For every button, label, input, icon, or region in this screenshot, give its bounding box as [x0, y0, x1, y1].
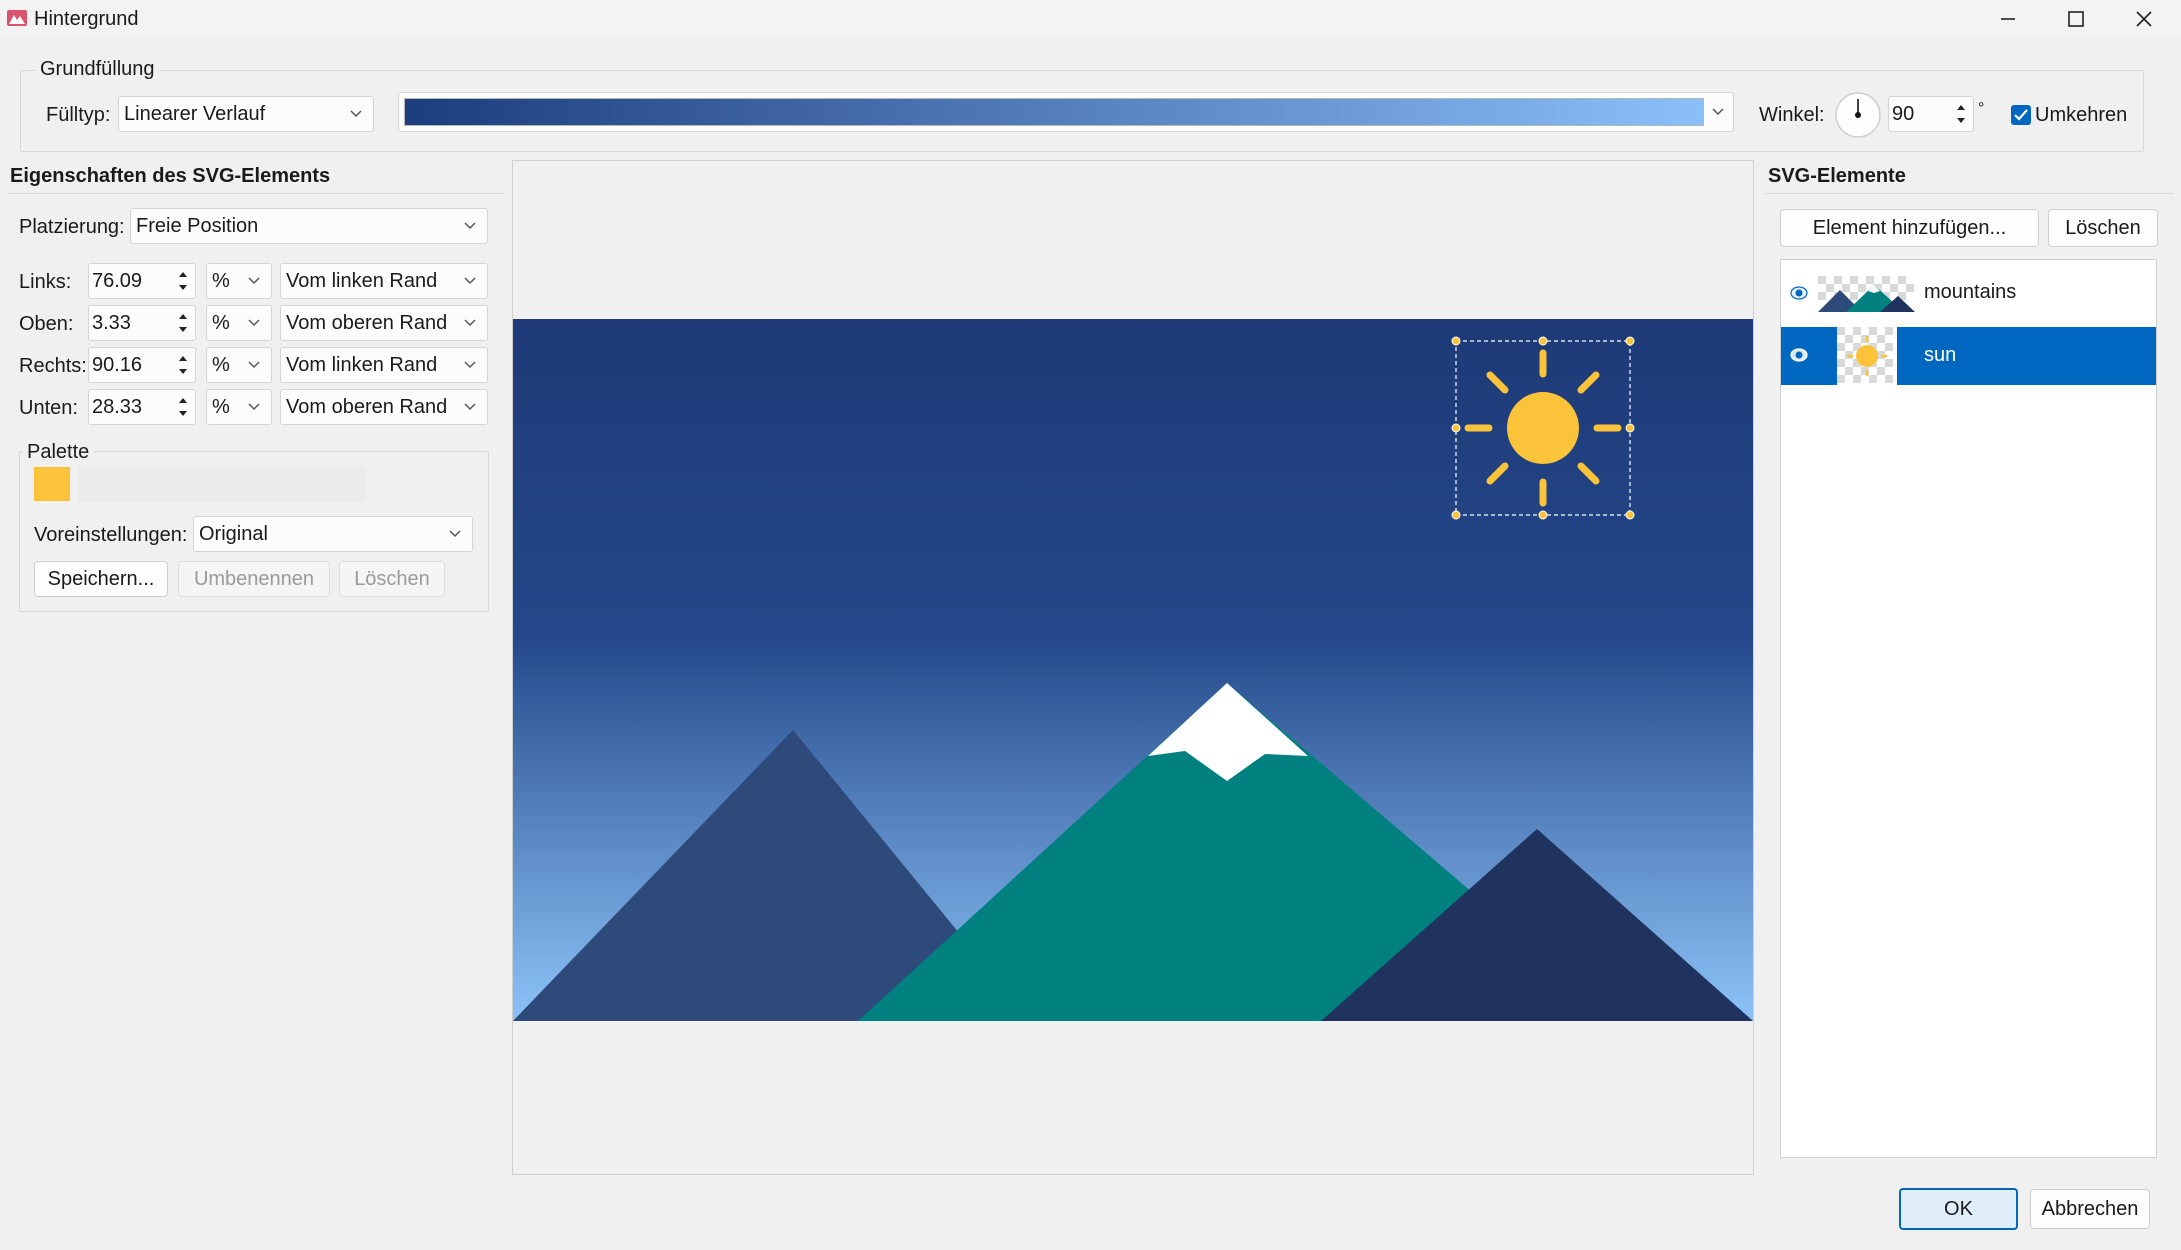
left-spin[interactable]: 76.09 [88, 263, 196, 299]
ok-button[interactable]: OK [1899, 1188, 2018, 1230]
maximize-icon [2068, 11, 2084, 27]
top-spin[interactable]: 3.33 [88, 305, 196, 341]
minimize-icon [2001, 18, 2015, 20]
title-bar [0, 0, 2181, 38]
right-unit-combo[interactable]: % [206, 347, 272, 383]
presets-combo[interactable]: Original [193, 516, 473, 552]
chevron-down-icon [464, 403, 476, 411]
presets-label: Voreinstellungen: [34, 524, 188, 546]
top-ref-combo[interactable]: Vom oberen Rand [280, 305, 488, 341]
spin-arrows-icon[interactable] [175, 390, 191, 424]
angle-spin[interactable]: 90 [1888, 96, 1974, 132]
chevron-down-icon [248, 319, 260, 327]
eye-icon[interactable] [1789, 283, 1809, 303]
spin-arrows-icon[interactable] [175, 306, 191, 340]
spin-arrows-icon[interactable] [175, 264, 191, 298]
add-element-button[interactable]: Element hinzufügen... [1780, 209, 2039, 247]
reverse-checkbox[interactable] [2011, 105, 2031, 125]
bottom-ref: Vom oberen Rand [286, 395, 448, 418]
gradient-combo[interactable] [398, 92, 1734, 132]
right-value: 90.16 [92, 353, 143, 376]
cancel-button[interactable]: Abbrechen [2030, 1189, 2150, 1229]
elements-title: SVG-Elemente [1768, 165, 1906, 187]
reverse-label: Umkehren [2035, 104, 2128, 126]
angle-label: Winkel: [1759, 104, 1825, 126]
top-unit: % [212, 311, 230, 334]
chevron-down-icon [350, 110, 362, 118]
right-spin[interactable]: 90.16 [88, 347, 196, 383]
mountains-thumbnail [1818, 276, 1915, 312]
fill-type-value: Linearer Verlauf [124, 102, 266, 125]
maximize-button[interactable] [2042, 0, 2110, 38]
left-ref: Vom linken Rand [286, 269, 438, 292]
sun-icon[interactable] [1464, 349, 1622, 507]
list-item[interactable]: mountains [1781, 265, 2156, 321]
right-label: Rechts: [19, 355, 87, 377]
presets-value: Original [199, 522, 268, 545]
chevron-down-icon [464, 277, 476, 285]
eye-icon[interactable] [1789, 345, 1809, 365]
preview-canvas[interactable] [513, 319, 1753, 1021]
elements-list[interactable] [1780, 259, 2157, 1158]
left-ref-combo[interactable]: Vom linken Rand [280, 263, 488, 299]
minimize-button[interactable] [1974, 0, 2042, 38]
bottom-label: Unten: [19, 397, 78, 419]
sun-thumbnail [1837, 327, 1897, 385]
bottom-unit: % [212, 395, 230, 418]
elements-separator [1764, 193, 2174, 194]
checkmark-icon [2014, 109, 2028, 121]
close-button[interactable] [2110, 0, 2178, 38]
rename-preset-button[interactable]: Umbenennen [178, 561, 330, 597]
left-unit-combo[interactable]: % [206, 263, 272, 299]
close-icon [2136, 11, 2152, 27]
fill-type-combo[interactable]: Linearer Verlauf [118, 96, 374, 132]
bottom-value: 28.33 [92, 395, 143, 418]
placement-combo[interactable]: Freie Position [130, 208, 488, 244]
spin-arrows-icon[interactable] [175, 348, 191, 382]
chevron-down-icon [248, 403, 260, 411]
save-preset-button[interactable]: Speichern... [34, 561, 168, 597]
gradient-preview [404, 98, 1704, 126]
bottom-ref-combo[interactable]: Vom oberen Rand [280, 389, 488, 425]
placement-label: Platzierung: [19, 216, 125, 238]
list-item-selected[interactable]: sun [1781, 327, 2156, 385]
angle-value: 90 [1892, 102, 1915, 125]
top-unit-combo[interactable]: % [206, 305, 272, 341]
properties-separator [8, 193, 504, 194]
chevron-down-icon [464, 222, 476, 230]
left-label: Links: [19, 271, 72, 293]
top-label: Oben: [19, 313, 74, 335]
delete-element-button[interactable]: Löschen [2048, 209, 2158, 247]
bottom-spin[interactable]: 28.33 [88, 389, 196, 425]
left-value: 76.09 [92, 269, 143, 292]
fill-group-label: Grundfüllung [36, 58, 159, 81]
palette-swatch[interactable] [34, 467, 70, 501]
bottom-unit-combo[interactable]: % [206, 389, 272, 425]
palette-strip [78, 468, 366, 502]
right-ref: Vom linken Rand [286, 353, 438, 376]
chevron-down-icon [449, 530, 461, 538]
window-title: Hintergrund [34, 8, 139, 30]
right-unit: % [212, 353, 230, 376]
delete-preset-button[interactable]: Löschen [339, 561, 445, 597]
app-icon [7, 10, 27, 26]
placement-value: Freie Position [136, 214, 259, 237]
chevron-down-icon [464, 319, 476, 327]
left-unit: % [212, 269, 230, 292]
chevron-down-icon [1712, 108, 1724, 116]
angle-dial[interactable] [1834, 91, 1882, 139]
list-item-label: mountains [1924, 281, 2017, 303]
chevron-down-icon [248, 361, 260, 369]
angle-unit: ° [1978, 100, 1985, 117]
palette-label: Palette [23, 441, 94, 464]
chevron-down-icon [248, 277, 260, 285]
spin-arrows-icon[interactable] [1953, 97, 1969, 131]
right-ref-combo[interactable]: Vom linken Rand [280, 347, 488, 383]
list-item-label: sun [1924, 344, 1957, 366]
top-value: 3.33 [92, 311, 131, 334]
top-ref: Vom oberen Rand [286, 311, 448, 334]
fill-type-label: Fülltyp: [46, 104, 111, 126]
properties-title: Eigenschaften des SVG-Elements [10, 165, 331, 187]
chevron-down-icon [464, 361, 476, 369]
